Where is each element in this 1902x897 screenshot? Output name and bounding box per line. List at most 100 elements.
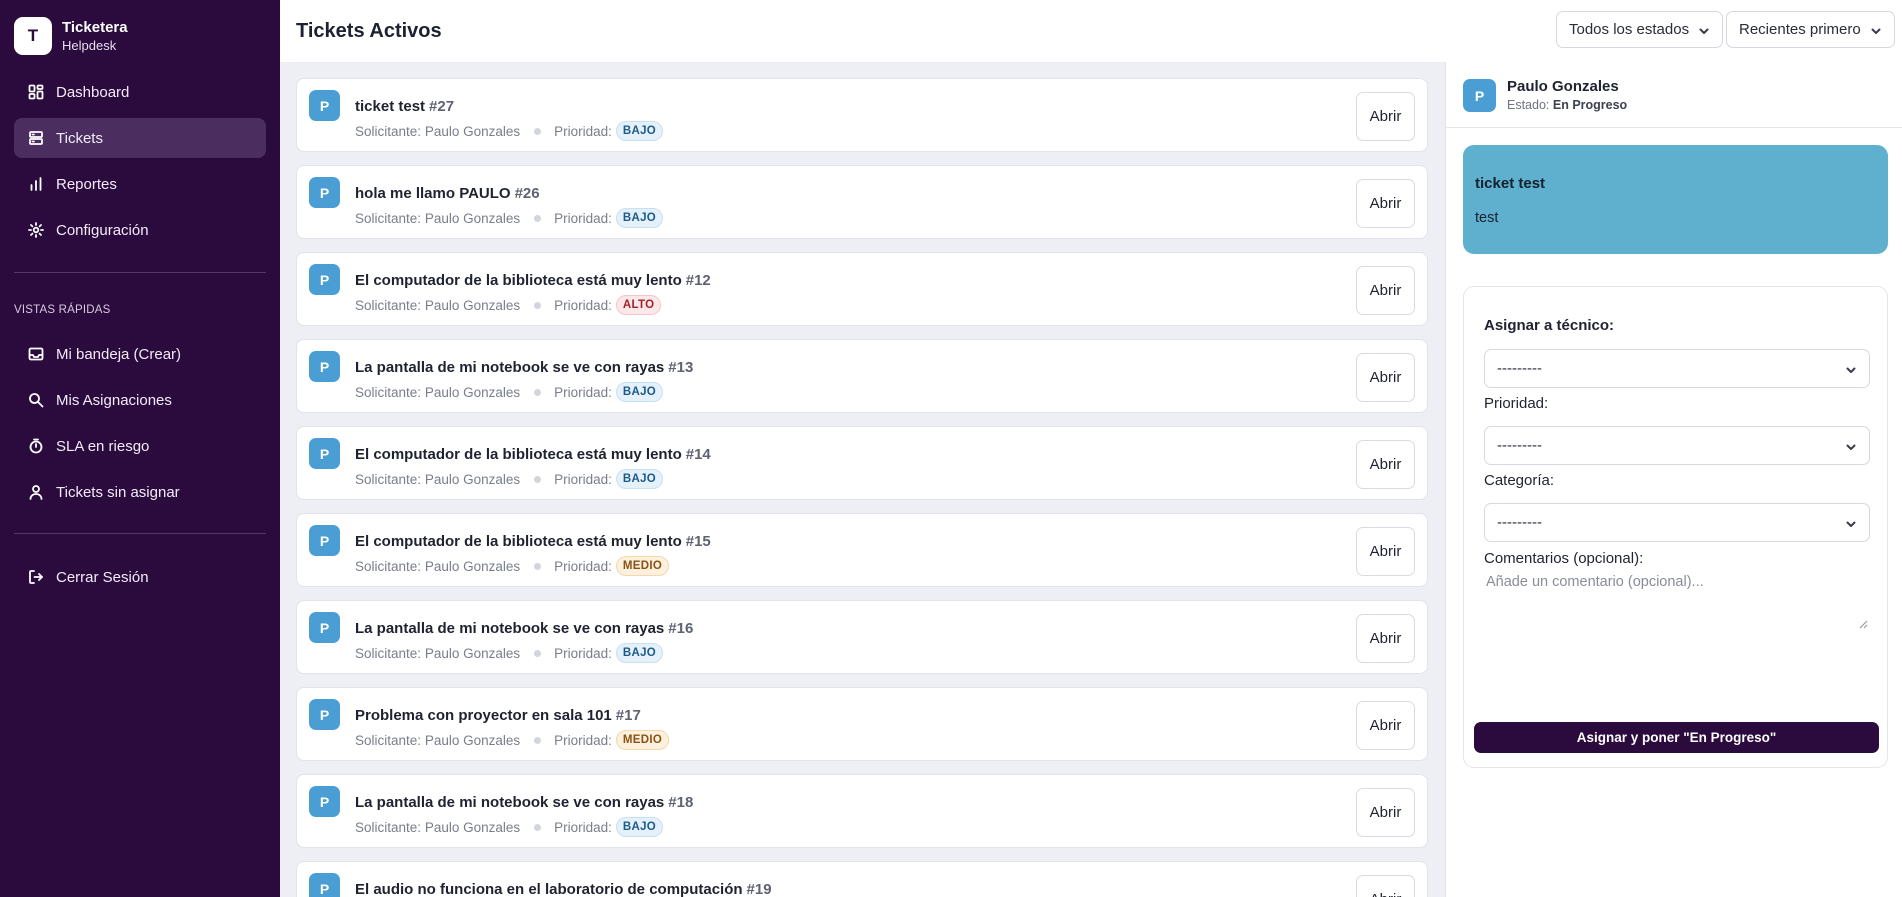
sidebar-item-sla-en-riesgo[interactable]: SLA en riesgo bbox=[14, 426, 266, 466]
chevron-down-icon bbox=[1698, 24, 1710, 36]
category-select[interactable]: --------- bbox=[1484, 503, 1870, 542]
top-header: Tickets Activos Todos los estados Recien… bbox=[280, 0, 1902, 62]
open-ticket-button[interactable]: Abrir bbox=[1356, 179, 1415, 228]
ticket-card[interactable]: P El computador de la biblioteca está muy… bbox=[296, 426, 1428, 500]
ticket-card[interactable]: P El audio no funciona en el laboratorio … bbox=[296, 861, 1428, 897]
state-label: Estado: bbox=[1507, 98, 1550, 112]
sort-select[interactable]: Recientes primero bbox=[1726, 11, 1895, 48]
brand-name: Ticketera bbox=[62, 18, 128, 36]
gear-icon bbox=[28, 222, 44, 238]
chevron-down-icon bbox=[1845, 440, 1857, 452]
ticket-title: El computador de la biblioteca está muy … bbox=[355, 446, 711, 463]
open-ticket-button[interactable]: Abrir bbox=[1356, 266, 1415, 315]
open-ticket-button[interactable]: Abrir bbox=[1356, 92, 1415, 141]
assign-label: Asignar a técnico: bbox=[1484, 317, 1615, 334]
ticket-card[interactable]: P La pantalla de mi notebook se ve con ra… bbox=[296, 339, 1428, 413]
brand-logo: T bbox=[14, 17, 52, 55]
technician-select-value: --------- bbox=[1497, 360, 1542, 377]
requester-name: Paulo Gonzales bbox=[424, 297, 521, 313]
main-nav: Dashboard Tickets Reportes Configuración bbox=[14, 72, 266, 256]
open-ticket-button[interactable]: Abrir bbox=[1356, 701, 1415, 750]
sidebar-item-tickets[interactable]: Tickets bbox=[14, 118, 266, 158]
ticket-card[interactable]: P El computador de la biblioteca está muy… bbox=[296, 252, 1428, 326]
sidebar-item-dashboard[interactable]: Dashboard bbox=[14, 72, 266, 112]
assign-submit-button[interactable]: Asignar y poner "En Progreso" bbox=[1474, 722, 1879, 753]
separator-dot bbox=[534, 388, 542, 396]
resize-handle-icon[interactable] bbox=[1859, 617, 1868, 629]
ticket-title-text: El audio no funciona en el laboratorio d… bbox=[355, 881, 743, 897]
message-title: ticket test bbox=[1475, 175, 1546, 192]
ticket-title-text: El computador de la biblioteca está muy … bbox=[355, 533, 682, 550]
sidebar-item-reportes[interactable]: Reportes bbox=[14, 164, 266, 204]
requester-name: Paulo Gonzales bbox=[1507, 78, 1619, 95]
open-ticket-button[interactable]: Abrir bbox=[1356, 440, 1415, 489]
priority-badge: BAJO bbox=[615, 817, 664, 837]
technician-select[interactable]: --------- bbox=[1484, 349, 1870, 388]
sidebar-item-label: Configuración bbox=[56, 221, 149, 239]
open-ticket-button[interactable]: Abrir bbox=[1356, 527, 1415, 576]
sidebar-item-tickets-sin-asignar[interactable]: Tickets sin asignar bbox=[14, 472, 266, 512]
category-label: Categoría: bbox=[1484, 472, 1555, 489]
message-body: test bbox=[1475, 210, 1499, 226]
sidebar: T Ticketera Helpdesk Dashboard Tickets R… bbox=[0, 0, 280, 897]
sidebar-divider bbox=[14, 533, 266, 534]
sidebar-item-mi-bandeja[interactable]: Mi bandeja (Crear) bbox=[14, 334, 266, 374]
logout-nav: Cerrar Sesión bbox=[14, 557, 266, 603]
ticket-meta: Solicitante: Paulo Gonzales Prioridad: BAJ… bbox=[355, 469, 664, 489]
open-ticket-button[interactable]: Abrir bbox=[1356, 788, 1415, 837]
priority-label: Prioridad: bbox=[554, 297, 612, 313]
chevron-down-icon bbox=[1870, 24, 1882, 36]
ticket-card[interactable]: P El computador de la biblioteca está muy… bbox=[296, 513, 1428, 587]
ticket-card[interactable]: P La pantalla de mi notebook se ve con ra… bbox=[296, 774, 1428, 848]
requester-name: Paulo Gonzales bbox=[424, 732, 521, 748]
priority-select[interactable]: --------- bbox=[1484, 426, 1870, 465]
avatar: P bbox=[309, 699, 340, 730]
tickets-icon bbox=[28, 130, 44, 146]
sidebar-item-configuracion[interactable]: Configuración bbox=[14, 210, 266, 250]
ticket-card[interactable]: Pticket test #27 Solicitante: Paulo Gonzal… bbox=[296, 78, 1428, 152]
sidebar-item-label: Dashboard bbox=[56, 83, 130, 101]
ticket-number: #26 bbox=[514, 185, 540, 202]
ticket-title: La pantalla de mi notebook se ve con ray… bbox=[355, 620, 693, 637]
requester-name: Paulo Gonzales bbox=[424, 819, 521, 835]
ticket-meta: Solicitante: Paulo Gonzales Prioridad: MED… bbox=[355, 730, 670, 750]
open-ticket-button[interactable]: Abrir bbox=[1356, 353, 1415, 402]
ticket-number: #14 bbox=[685, 446, 711, 463]
ticket-card[interactable]: P Problema con proyector en sala 101 #17 So… bbox=[296, 687, 1428, 761]
sidebar-item-label: Tickets bbox=[56, 129, 103, 147]
sidebar-item-label: SLA en riesgo bbox=[56, 437, 150, 455]
ticket-card[interactable]: P La pantalla de mi notebook se ve con ra… bbox=[296, 600, 1428, 674]
comments-label: Comentarios (opcional): bbox=[1484, 550, 1644, 567]
brand-subtitle: Helpdesk bbox=[62, 37, 117, 53]
open-ticket-button[interactable]: Abrir bbox=[1356, 875, 1415, 897]
search-icon bbox=[28, 392, 44, 408]
requester-label: Solicitante: bbox=[355, 297, 422, 313]
requester-label: Solicitante: bbox=[355, 384, 422, 400]
requester-name: Paulo Gonzales bbox=[424, 123, 521, 139]
status-filter-select[interactable]: Todos los estados bbox=[1556, 11, 1724, 48]
avatar: P bbox=[1463, 79, 1496, 112]
ticket-meta: Solicitante: Paulo Gonzales Prioridad: BAJ… bbox=[355, 643, 664, 663]
brand: T Ticketera Helpdesk bbox=[14, 17, 128, 55]
priority-label: Prioridad: bbox=[554, 558, 612, 574]
requester-name: Paulo Gonzales bbox=[424, 210, 521, 226]
priority-label: Prioridad: bbox=[554, 384, 612, 400]
priority-label: Prioridad: bbox=[554, 819, 612, 835]
priority-badge: BAJO bbox=[615, 643, 664, 663]
ticket-card[interactable]: Phola me llamo PAULO #26 Solicitante: Paul… bbox=[296, 165, 1428, 239]
quick-views-title: VISTAS RÁPIDAS bbox=[14, 304, 111, 316]
sidebar-item-mis-asignaciones[interactable]: Mis Asignaciones bbox=[14, 380, 266, 420]
open-ticket-button[interactable]: Abrir bbox=[1356, 614, 1415, 663]
ticket-meta: Solicitante: Paulo Gonzales Prioridad: MED… bbox=[355, 556, 670, 576]
logout-label: Cerrar Sesión bbox=[56, 568, 149, 586]
logout-button[interactable]: Cerrar Sesión bbox=[14, 557, 266, 597]
sidebar-item-label: Reportes bbox=[56, 175, 117, 193]
logout-icon bbox=[28, 569, 44, 585]
comments-placeholder: Añade un comentario (opcional)... bbox=[1486, 574, 1704, 590]
avatar: P bbox=[309, 177, 340, 208]
priority-badge: MEDIO bbox=[615, 556, 670, 576]
requester-label: Solicitante: bbox=[355, 732, 422, 748]
sidebar-item-label: Mis Asignaciones bbox=[56, 391, 172, 409]
comments-textarea[interactable]: Añade un comentario (opcional)... bbox=[1484, 572, 1870, 629]
requester-label: Solicitante: bbox=[355, 123, 422, 139]
